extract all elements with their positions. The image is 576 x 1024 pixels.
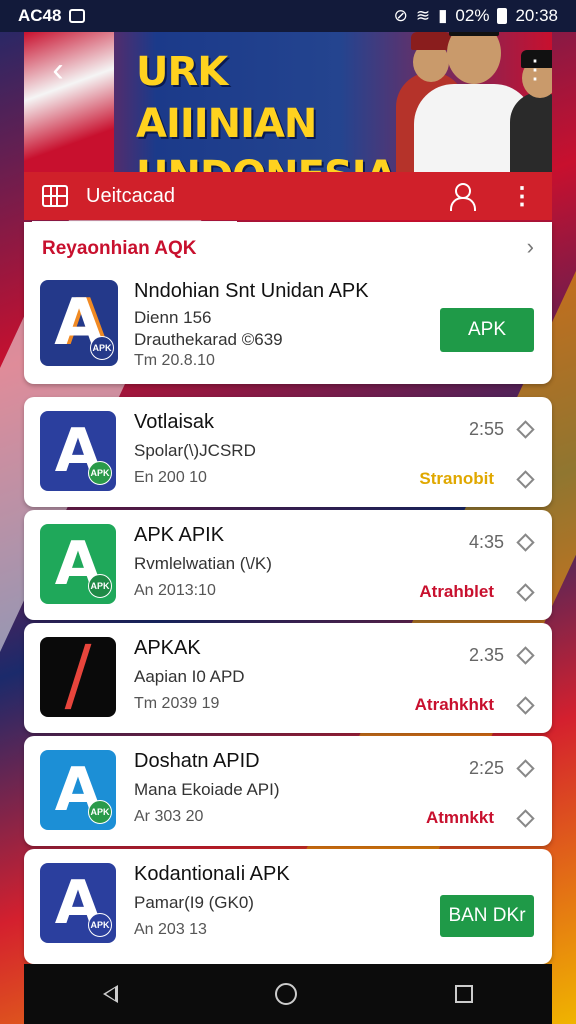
status-time-right: 20:38 bbox=[515, 6, 558, 25]
app-subtitle: Mana Ekoiade API) bbox=[134, 780, 280, 799]
navigation-bar bbox=[24, 964, 552, 1024]
app-window: ‹ URK AIIINIAN UNDONESIA ⋮ Ueitcacad ⋮ R… bbox=[24, 32, 552, 964]
app-size: 2:25 bbox=[468, 758, 504, 778]
app-action-button[interactable]: BAN DKr bbox=[440, 895, 534, 937]
app-icon[interactable]: ⧸ bbox=[40, 637, 116, 717]
app-subtitle: Aapian I0 APD bbox=[134, 667, 245, 686]
notification-icon bbox=[69, 9, 86, 23]
app-size: 2:55 bbox=[468, 419, 504, 439]
more-menu-icon[interactable]: ⋮ bbox=[510, 182, 534, 211]
elder-figure bbox=[510, 50, 552, 172]
banner: ‹ URK AIIINIAN UNDONESIA ⋮ bbox=[24, 32, 552, 172]
status-bar: AC48 ⊘ ≋ ▮ 02% 20:38 bbox=[0, 0, 576, 32]
battery-icon bbox=[497, 8, 508, 24]
options-diamond-icon[interactable] bbox=[516, 420, 535, 439]
apk-badge: APK bbox=[90, 336, 114, 360]
app-name: KodantionaIi APK bbox=[134, 863, 290, 885]
app-list-item[interactable]: ⧸ APKAK Aapian I0 APD Tm 2039 19 2.35 Atrahkh… bbox=[24, 623, 552, 733]
chevron-right-icon[interactable]: › bbox=[527, 234, 534, 260]
toolbar-label[interactable]: Ueitcacad bbox=[86, 185, 175, 208]
app-size: 2.35 bbox=[468, 645, 504, 665]
app-subtitle: Rvmlelwatian (\/K) bbox=[134, 554, 272, 573]
app-status: Atrahkhkt bbox=[414, 695, 494, 714]
app-list-item[interactable]: A APK Doshatn APID Mana Ekoiade API) Ar 303 … bbox=[24, 736, 552, 846]
app-icon[interactable]: A APK bbox=[40, 280, 118, 366]
app-status: Stranobit bbox=[419, 469, 494, 488]
banner-more-icon[interactable]: ⋮ bbox=[522, 54, 548, 85]
app-name: APKAK bbox=[134, 637, 201, 659]
app-date: Ar 303 20 bbox=[134, 808, 204, 825]
download-diamond-icon[interactable] bbox=[516, 470, 535, 489]
options-diamond-icon[interactable] bbox=[516, 759, 535, 778]
featured-app-line1: Dienn 156 bbox=[134, 308, 212, 327]
featured-apk-button[interactable]: APK bbox=[440, 308, 534, 352]
featured-app-date: Tm 20.8.10 bbox=[134, 352, 215, 369]
apk-badge: APK bbox=[88, 461, 112, 485]
featured-heading: Reyaonhian AQK bbox=[42, 238, 197, 259]
app-name: Doshatn APID bbox=[134, 750, 260, 772]
nav-back-icon[interactable] bbox=[102, 985, 118, 1003]
app-icon[interactable]: A APK bbox=[40, 524, 116, 604]
app-date: An 203 13 bbox=[134, 921, 207, 938]
options-diamond-icon[interactable] bbox=[516, 533, 535, 552]
battery-percent: 02% bbox=[455, 6, 490, 25]
app-name: Votlaisak bbox=[134, 411, 215, 433]
status-time-left: AC48 bbox=[18, 6, 62, 25]
app-status: Atrahblet bbox=[419, 582, 494, 601]
apk-badge: APK bbox=[88, 800, 112, 824]
download-diamond-icon[interactable] bbox=[516, 696, 535, 715]
app-list-item[interactable]: A APK KodantionaIi APK Pamar(I9 (GK0) An 203… bbox=[24, 849, 552, 964]
back-button[interactable]: ‹ bbox=[40, 52, 76, 88]
app-icon[interactable]: A APK bbox=[40, 863, 116, 943]
signal-icon: ▮ bbox=[438, 6, 448, 25]
app-date: Tm 2039 19 bbox=[134, 695, 220, 712]
app-status: Atmnkkt bbox=[425, 808, 494, 827]
featured-app-line2: Drauthekarad ©639 bbox=[134, 330, 283, 349]
download-diamond-icon[interactable] bbox=[516, 809, 535, 828]
apk-badge: APK bbox=[88, 913, 112, 937]
wifi-icon: ≋ bbox=[415, 6, 431, 25]
toolbar: Ueitcacad ⋮ bbox=[24, 172, 552, 224]
banner-title: URK AIIINIAN UNDONESIA bbox=[136, 49, 397, 172]
app-icon[interactable]: A APK bbox=[40, 750, 116, 830]
options-diamond-icon[interactable] bbox=[516, 646, 535, 665]
featured-app-name: Nndohian Snt Unidan APK bbox=[134, 280, 369, 302]
app-date: An 2013:10 bbox=[134, 582, 216, 599]
app-icon[interactable]: A APK bbox=[40, 411, 116, 491]
app-name: APK APIK bbox=[134, 524, 225, 546]
app-list-item[interactable]: A APK Votlaisak Spolar(\)JCSRD En 200 10 2:55… bbox=[24, 397, 552, 507]
featured-card: Reyaonhian AQK › A APK Nndohian Snt Unid… bbox=[24, 222, 552, 384]
nav-recent-icon[interactable] bbox=[455, 985, 474, 1003]
grid-icon[interactable] bbox=[42, 185, 68, 207]
app-glyph-icon: ⧸ bbox=[66, 637, 90, 717]
user-icon[interactable] bbox=[448, 182, 476, 211]
apk-badge: APK bbox=[88, 574, 112, 598]
nav-home-icon[interactable] bbox=[275, 983, 298, 1005]
app-date: En 200 10 bbox=[134, 469, 207, 486]
app-subtitle: Spolar(\)JCSRD bbox=[134, 441, 256, 460]
mute-icon: ⊘ bbox=[393, 6, 408, 25]
download-diamond-icon[interactable] bbox=[516, 583, 535, 602]
app-subtitle: Pamar(I9 (GK0) bbox=[134, 893, 254, 912]
app-size: 4:35 bbox=[468, 532, 504, 552]
app-list-item[interactable]: A APK APK APIK Rvmlelwatian (\/K) An 2013:10… bbox=[24, 510, 552, 620]
